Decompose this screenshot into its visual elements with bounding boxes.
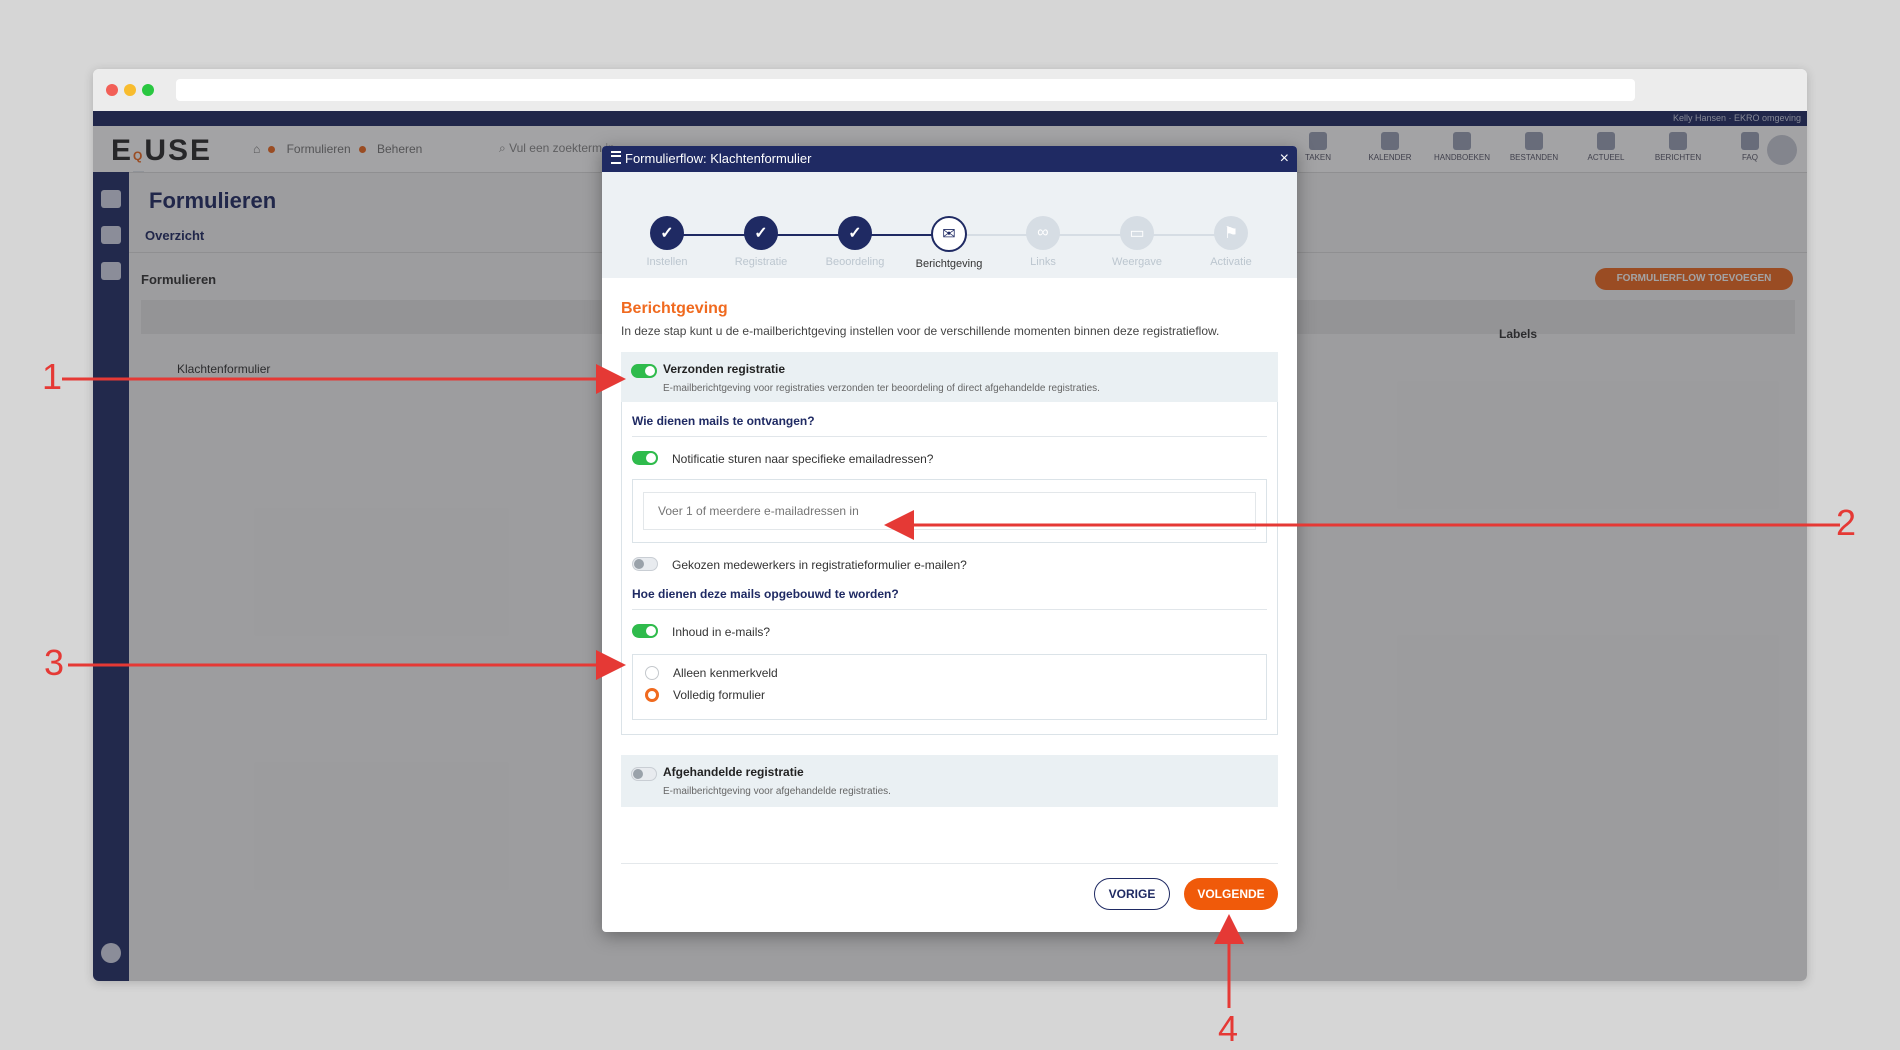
annotation-2: 2	[1836, 502, 1857, 543]
annotation-4: 4	[1218, 1008, 1239, 1049]
annotation-3: 3	[44, 642, 65, 683]
annotation-1: 1	[42, 356, 63, 397]
annotation-arrows	[62, 364, 1840, 1008]
